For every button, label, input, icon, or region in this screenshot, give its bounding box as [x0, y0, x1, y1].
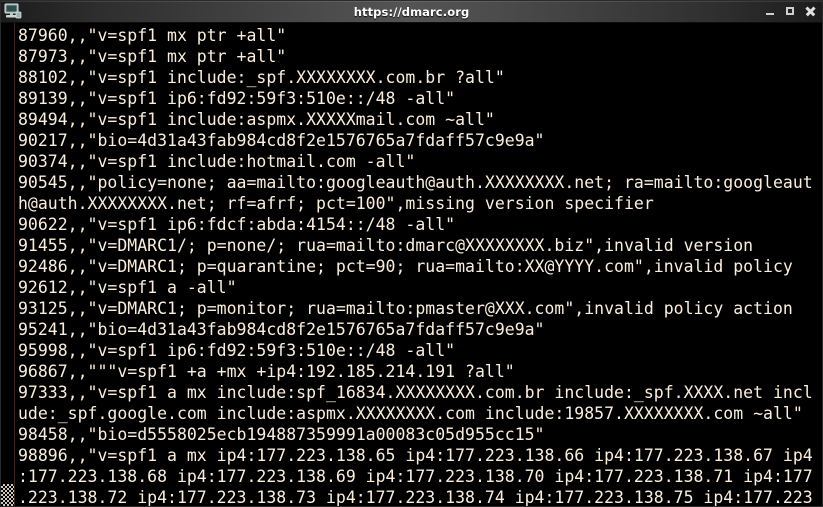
terminal-line: 91455,,"v=DMARC1/; p=none/; rua=mailto:d… — [18, 236, 754, 255]
terminal-line: :177.223.138.68 ip4:177.223.138.69 ip4:1… — [18, 467, 813, 486]
scrollbar-thumb[interactable] — [1, 484, 14, 506]
terminal-line: 87960,,"v=spf1 mx ptr +all" — [18, 26, 287, 45]
terminal-line: 98458,,"bio=d5558025ecb194887359991a0008… — [18, 425, 545, 444]
terminal-line: 88102,,"v=spf1 include:_spf.XXXXXXXX.com… — [18, 68, 505, 87]
terminal-line: 89139,,"v=spf1 ip6:fd92:59f3:510e::/48 -… — [18, 89, 456, 108]
terminal-line: 89494,,"v=spf1 include:aspmx.XXXXXmail.c… — [18, 110, 495, 129]
terminal-line: 92612,,"v=spf1 a -all" — [18, 278, 237, 297]
terminal-line: 95998,,"v=spf1 ip6:fd92:59f3:510e::/48 -… — [18, 341, 456, 360]
terminal-line: .223.138.72 ip4:177.223.138.73 ip4:177.2… — [18, 488, 813, 506]
terminal-body: 87960,,"v=spf1 mx ptr +all" 87973,,"v=spf… — [1, 23, 822, 506]
terminal-line: 95241,,"bio=4d31a43fab984cd8f2e1576765a7… — [18, 320, 545, 339]
window-title: https://dmarc.org — [353, 4, 470, 19]
terminal-line: 90217,,"bio=4d31a43fab984cd8f2e1576765a7… — [18, 131, 545, 150]
terminal-line: 92486,,"v=DMARC1; p=quarantine; pct=90; … — [18, 257, 793, 276]
terminal-line: 90374,,"v=spf1 include:hotmail.com -all" — [18, 152, 416, 171]
terminal-line: 96867,,"""v=spf1 +a +mx +ip4:192.185.214… — [18, 362, 515, 381]
terminal-output: 87960,,"v=spf1 mx ptr +all" 87973,,"v=spf… — [18, 25, 822, 506]
vertical-scrollbar[interactable] — [1, 23, 15, 506]
terminal-window: https://dmarc.org 87960,,"v=spf1 mx ptr … — [0, 0, 823, 507]
terminal-line: 90622,,"v=spf1 ip6:fdcf:abda:4154::/48 -… — [18, 215, 456, 234]
terminal-line: 93125,,"v=DMARC1; p=monitor; rua=mailto:… — [18, 299, 793, 318]
terminal-line: h@auth.XXXXXXXX.net; rf=afrf; pct=100",m… — [18, 194, 654, 213]
close-icon[interactable] — [805, 6, 816, 17]
maximize-icon[interactable] — [785, 6, 796, 17]
computer-monitor-icon — [4, 3, 22, 20]
terminal-line: 87973,,"v=spf1 mx ptr +all" — [18, 47, 287, 66]
terminal-line: 90545,,"policy=none; aa=mailto:googleaut… — [18, 173, 813, 192]
terminal-line: 98896,,"v=spf1 a mx ip4:177.223.138.65 i… — [18, 446, 813, 465]
terminal-line: ude:_spf.google.com include:aspmx.XXXXXX… — [18, 404, 803, 423]
window-titlebar[interactable]: https://dmarc.org — [1, 1, 822, 23]
minimize-icon[interactable] — [765, 6, 776, 17]
terminal-line: 97333,,"v=spf1 a mx include:spf_16834.XX… — [18, 383, 813, 402]
window-controls — [765, 1, 816, 22]
terminal-screen[interactable]: 87960,,"v=spf1 mx ptr +all" 87973,,"v=spf… — [15, 23, 822, 506]
